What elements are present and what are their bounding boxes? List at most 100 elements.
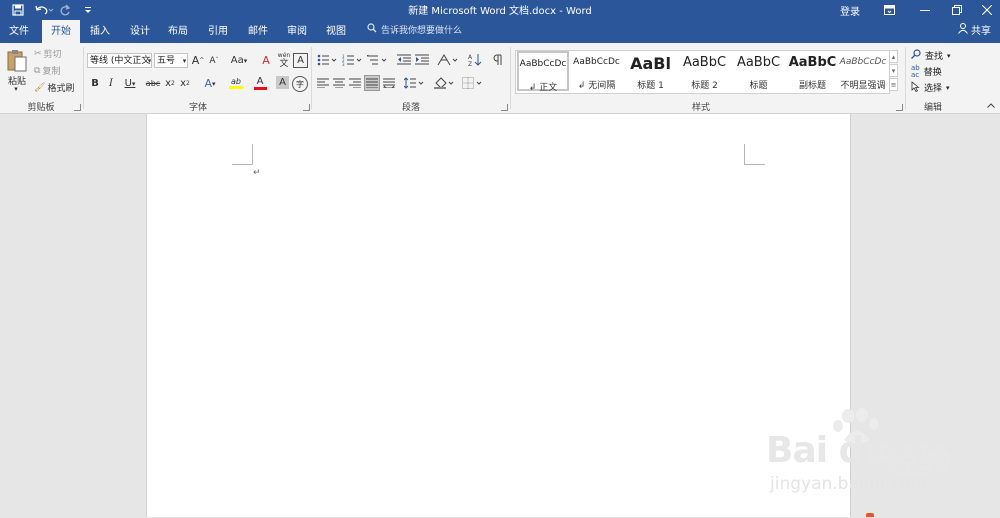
chinese-layout-icon[interactable] <box>436 52 460 68</box>
chevron-down-icon[interactable]: ▾ <box>181 53 188 68</box>
shading-icon[interactable] <box>433 76 457 90</box>
align-center-icon[interactable] <box>332 76 346 90</box>
clipboard-group-label: 剪贴板 <box>27 103 55 113</box>
style-heading-1[interactable]: AaBl 标题 1 <box>624 51 677 91</box>
tab-layout[interactable]: 布局 <box>160 20 196 43</box>
justify-icon[interactable] <box>364 75 380 91</box>
style-normal[interactable]: AaBbCcDc ↲ 正文 <box>517 51 569 93</box>
style-subtle-emphasis[interactable]: AaBbCcDc 不明显强调 <box>838 51 888 91</box>
bold-button[interactable]: B <box>89 76 101 91</box>
restore-icon[interactable] <box>944 0 970 20</box>
line-spacing-icon[interactable] <box>403 76 425 90</box>
tell-me-box[interactable]: 告诉我你想要做什么 <box>367 20 462 43</box>
tab-home[interactable]: 开始 <box>42 20 80 43</box>
undo-icon[interactable] <box>33 1 55 19</box>
superscript-button[interactable]: x2 <box>179 76 191 91</box>
numbering-icon[interactable]: 123 <box>341 52 363 68</box>
tab-review[interactable]: 审阅 <box>279 20 315 43</box>
tab-mailings[interactable]: 邮件 <box>240 20 276 43</box>
sort-icon[interactable]: AZ <box>467 52 483 68</box>
underline-label: U <box>124 78 132 89</box>
paste-dropdown-icon[interactable]: ▾ <box>10 85 22 93</box>
styles-gallery: AaBbCcDc ↲ 正文 AaBbCcDc ↲ 无间隔 AaBl 标题 1 A… <box>515 50 890 94</box>
enclose-characters-label: 字 <box>296 79 304 89</box>
clipboard-launcher-icon[interactable] <box>74 104 81 111</box>
style-sample: AaBbC <box>736 55 781 70</box>
show-marks-icon[interactable] <box>490 52 506 68</box>
format-painter-button[interactable]: 🖌 格式刷 <box>34 81 78 95</box>
tab-view[interactable]: 视图 <box>318 20 354 43</box>
close-icon[interactable] <box>974 0 1000 20</box>
shrink-font-button[interactable]: Aˇ <box>207 53 221 68</box>
style-sample: AaBl <box>630 54 671 73</box>
increase-indent-icon[interactable] <box>414 52 430 68</box>
gallery-more-icon[interactable]: ≡ <box>889 78 898 91</box>
replace-button[interactable]: ab ac 替换 <box>911 64 942 79</box>
cut-button[interactable]: ✂ 剪切 <box>34 47 74 61</box>
tab-design[interactable]: 设计 <box>122 20 158 43</box>
style-no-spacing[interactable]: AaBbCcDc ↲ 无间隔 <box>570 51 623 91</box>
customize-icon[interactable] <box>82 1 94 19</box>
align-right-icon[interactable] <box>348 76 362 90</box>
distributed-icon[interactable] <box>382 76 396 90</box>
chevron-down-icon[interactable]: ▾ <box>146 53 153 68</box>
collapse-ribbon-icon[interactable] <box>986 100 996 110</box>
font-launcher-icon[interactable] <box>303 104 310 111</box>
grow-font-button[interactable]: A ^ <box>191 53 205 68</box>
character-border-button[interactable]: A <box>293 53 308 68</box>
styles-launcher-icon[interactable] <box>896 104 903 111</box>
scissors-icon: ✂ <box>34 48 42 59</box>
save-icon[interactable] <box>10 1 26 19</box>
style-heading-2[interactable]: AaBbC 标题 2 <box>678 51 731 91</box>
ribbon-tab-bar: 文件 开始 插入 设计 布局 引用 邮件 审阅 视图 告诉我你想要做什么 共享 <box>0 20 1000 43</box>
copy-icon: ⧉ <box>34 65 41 76</box>
gallery-scroll-up-icon[interactable]: ▴ <box>889 50 898 63</box>
gallery-scroll-down-icon[interactable]: ▾ <box>889 64 898 77</box>
font-group-label: 字体 <box>188 103 207 113</box>
login-link[interactable]: 登录 <box>836 0 864 20</box>
ribbon-display-icon[interactable] <box>876 0 902 20</box>
select-button[interactable]: 选择 ▾ <box>911 80 950 95</box>
document-page[interactable]: ↵ <box>146 114 851 517</box>
copy-button[interactable]: ⧉ 复制 <box>34 64 74 78</box>
text-effects-button[interactable]: A ▾ <box>199 76 221 91</box>
multilevel-list-icon[interactable] <box>366 52 388 68</box>
bullets-icon[interactable] <box>316 52 338 68</box>
style-sample: AaBbCcDc <box>573 57 620 67</box>
align-left-icon[interactable] <box>316 76 330 90</box>
borders-icon[interactable] <box>461 76 485 90</box>
underline-button[interactable]: U ▾ <box>121 76 139 91</box>
font-name-select[interactable]: 等线 (中文正文 <box>87 53 152 68</box>
cursor-icon <box>911 80 920 95</box>
font-color-button[interactable]: A <box>250 74 270 92</box>
format-painter-icon: 🖌 <box>34 82 46 93</box>
clear-formatting-button[interactable]: A <box>259 53 273 68</box>
paragraph-group-label: 段落 <box>401 103 420 113</box>
pen-tip-marker <box>866 513 874 517</box>
decrease-indent-icon[interactable] <box>396 52 412 68</box>
change-case-button[interactable]: Aa ▾ <box>228 53 250 68</box>
subscript-button[interactable]: x2 <box>164 76 176 91</box>
character-shading-button[interactable]: A <box>276 76 289 89</box>
italic-button[interactable]: I <box>105 76 117 91</box>
tab-insert[interactable]: 插入 <box>82 20 118 43</box>
highlight-button[interactable]: ab <box>225 74 247 92</box>
style-sample: AaBbC <box>682 55 727 70</box>
strikethrough-label: abc <box>145 79 161 88</box>
margin-corner-top-left <box>232 144 253 165</box>
enclose-characters-button[interactable]: 字 <box>292 76 308 92</box>
find-button[interactable]: 查找 ▾ <box>911 48 951 63</box>
share-button[interactable]: 共享 <box>958 20 991 43</box>
strikethrough-button[interactable]: abc <box>144 76 162 91</box>
style-title[interactable]: AaBbC 标题 <box>732 51 785 91</box>
paragraph-launcher-icon[interactable] <box>501 104 508 111</box>
character-shading-label: A <box>279 77 286 88</box>
phonetic-guide-button[interactable]: wén 文 <box>276 51 292 69</box>
style-subtitle[interactable]: AaBbC 副标题 <box>786 51 839 91</box>
tab-references[interactable]: 引用 <box>200 20 236 43</box>
minimize-icon[interactable] <box>912 0 938 20</box>
redo-icon[interactable] <box>58 1 72 19</box>
tab-file[interactable]: 文件 <box>2 20 36 43</box>
paste-icon[interactable] <box>6 48 28 74</box>
chevron-down-icon: ▾ <box>946 83 950 92</box>
